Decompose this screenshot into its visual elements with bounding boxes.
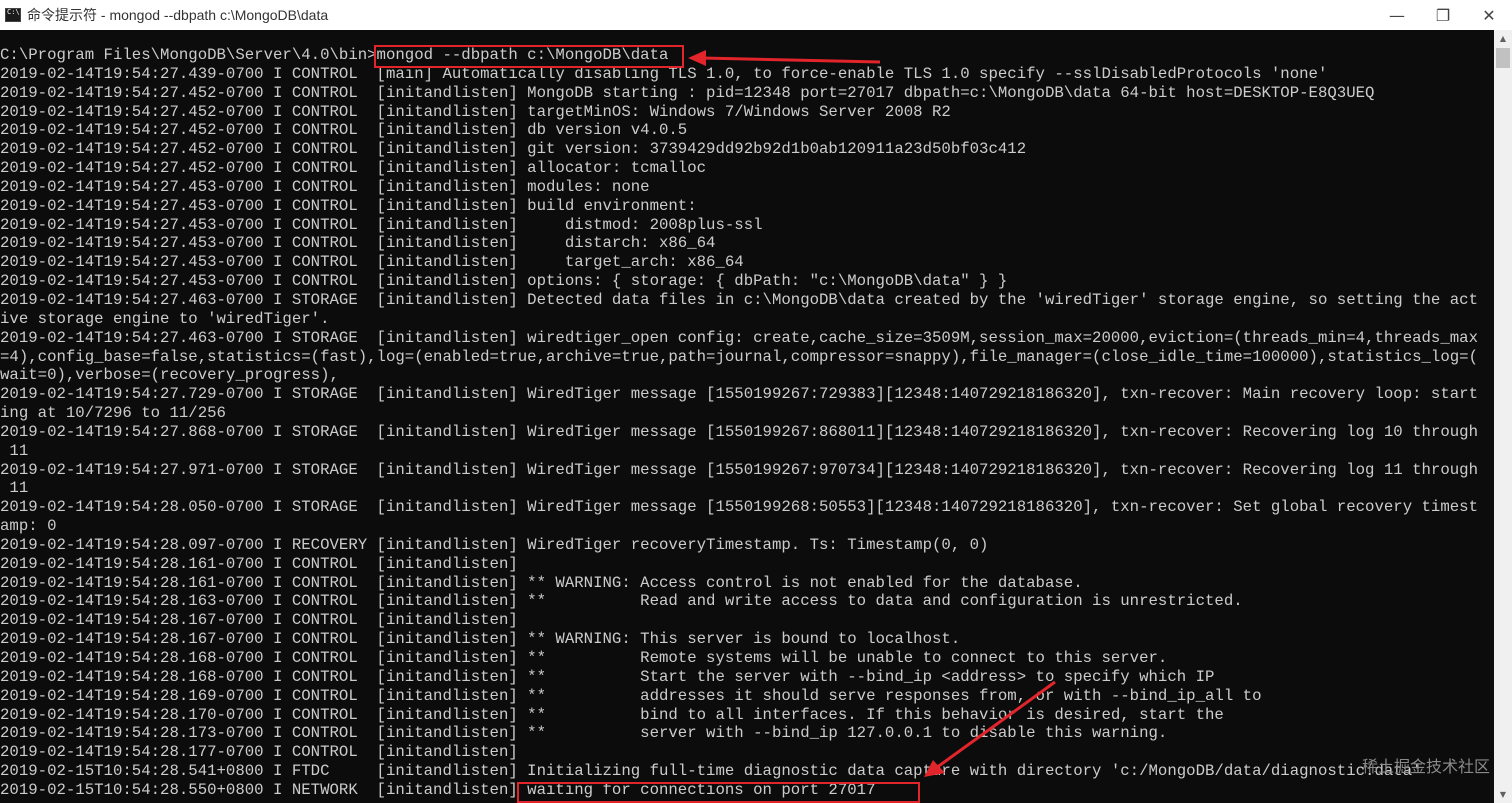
command-arrowhead-icon [688, 50, 706, 66]
port-arrow-shaft [935, 680, 1056, 770]
watermark-text: 稀土掘金技术社区 [1361, 757, 1490, 776]
annotation-arrows [688, 50, 1056, 777]
command-arrow-shaft [701, 56, 881, 64]
